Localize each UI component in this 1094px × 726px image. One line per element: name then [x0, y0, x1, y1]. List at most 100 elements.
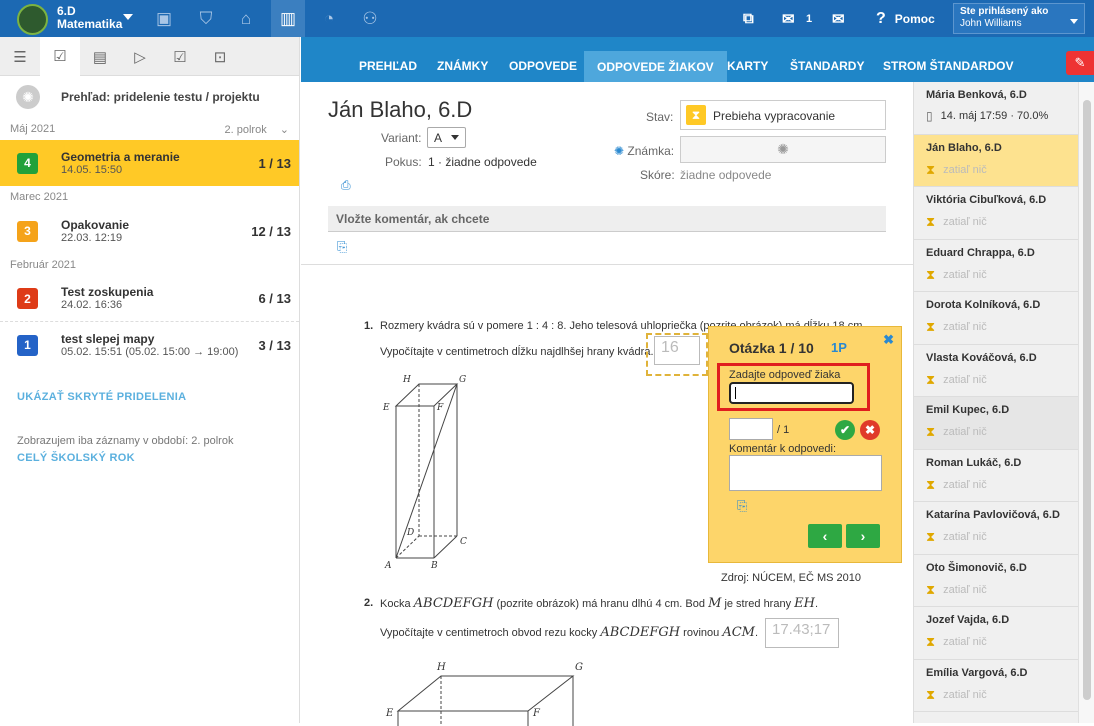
gear-icon: ✺ — [16, 85, 40, 109]
student-item[interactable]: Emil Kupec, 6.D ⧗ zatiaľ nič — [914, 397, 1078, 450]
student-item[interactable]: Vlasta Kováčová, 6.D ⧗ zatiaľ nič — [914, 345, 1078, 397]
assignment-item[interactable]: 1 test slepej mapy 05.02. 15:51 (05.02. 15… — [0, 322, 299, 368]
period-note: Zobrazujem iba záznamy v období: 2. polr… — [17, 435, 234, 447]
shield-icon[interactable]: ⛉ — [189, 0, 223, 37]
answer-box[interactable]: 16 — [654, 336, 700, 365]
question-number: 2. — [364, 597, 374, 609]
q2-math: M — [708, 596, 722, 611]
student-item-status: zatiaľ nič — [943, 478, 987, 491]
points-input[interactable] — [729, 418, 773, 440]
student-item[interactable]: Dorota Kolníková, 6.D ⧗ zatiaľ nič — [914, 292, 1078, 345]
attachment-icon[interactable]: ⎘ — [337, 239, 347, 255]
book-icon[interactable]: ⊡ — [200, 37, 240, 76]
student-item[interactable]: Viktória Cibuľková, 6.D ⧗ zatiaľ nič — [914, 187, 1078, 240]
student-answer-input[interactable] — [729, 382, 854, 404]
tab-overview[interactable]: PREHĽAD — [346, 50, 430, 84]
check-icon[interactable]: ✔ — [835, 420, 855, 440]
chart-icon[interactable]: ▥ — [271, 0, 305, 37]
svg-text:G: G — [575, 662, 583, 673]
assignment-count: 6 / 13 — [258, 291, 291, 306]
attachment-icon[interactable]: ⎘ — [737, 498, 747, 514]
next-button[interactable]: › — [846, 524, 880, 548]
edit-button[interactable]: ✎ — [1066, 51, 1094, 75]
walking-icon[interactable]: ⚇ — [353, 0, 387, 37]
score-value: žiadne odpovede — [680, 168, 772, 182]
assignment-name: Test zoskupenia — [61, 285, 154, 299]
hourglass-icon: ⧗ — [926, 214, 936, 229]
popup-title: Otázka 1 / 10 — [729, 340, 814, 356]
student-item-name: Dorota Kolníková, 6.D — [926, 299, 1041, 311]
tab-standards[interactable]: ŠTANDARDY — [777, 50, 877, 84]
class-selector[interactable]: 6.D Matematika — [57, 5, 122, 31]
backpack-icon[interactable]: ▤ — [80, 37, 120, 76]
answer-comment-input[interactable] — [729, 455, 882, 491]
student-item-name: Viktória Cibuľková, 6.D — [926, 194, 1047, 206]
scrollbar-thumb[interactable] — [1083, 100, 1091, 700]
student-item[interactable]: Ján Blaho, 6.D ⧗ zatiaľ nič — [914, 134, 1078, 187]
user-menu[interactable]: Ste prihlásený ako John Williams — [953, 3, 1085, 34]
student-item[interactable]: Emília Vargová, 6.D ⧗ zatiaľ nič — [914, 660, 1078, 712]
class-logo[interactable] — [17, 4, 48, 35]
screen-check-icon[interactable]: ☑ — [160, 37, 200, 76]
student-item[interactable]: Jozef Vajda, 6.D ⧗ zatiaľ nič — [914, 607, 1078, 660]
assignment-date: 22.03. 12:19 — [61, 231, 123, 244]
svg-text:G: G — [459, 375, 466, 385]
mail-icon[interactable]: ✉ — [832, 0, 845, 37]
prev-button[interactable]: ‹ — [808, 524, 842, 548]
student-item-name: Roman Lukáč, 6.D — [926, 456, 1022, 469]
class-dropdown-icon[interactable] — [123, 14, 133, 20]
student-item-status: zatiaľ nič — [943, 688, 987, 701]
student-item-name: Jozef Vajda, 6.D — [926, 614, 1010, 626]
tab-answers[interactable]: ODPOVEDE — [496, 50, 590, 84]
student-item[interactable]: Katarína Pavlovičová, 6.D ⧗ zatiaľ nič — [914, 502, 1078, 555]
grade-select[interactable]: ✺ — [680, 136, 886, 163]
cast-icon[interactable]: ⧉ — [743, 0, 754, 37]
comment-input[interactable]: Vložte komentár, ak chcete — [328, 206, 886, 232]
question-popup: Otázka 1 / 10 1P ✖ Zadajte odpoveď žiaka… — [708, 326, 902, 563]
show-hidden-link[interactable]: UKÁZAŤ SKRYTÉ PRIDELENIA — [17, 391, 186, 403]
student-item-name: Ján Blaho, 6.D — [926, 141, 1002, 154]
assignment-item[interactable]: 3 Opakovanie 22.03. 12:19 12 / 13 — [0, 208, 299, 254]
assignment-item[interactable]: 4 Geometria a meranie 14.05. 15:50 1 / 13 — [0, 140, 299, 186]
institution-icon[interactable]: ⌂ — [229, 0, 263, 37]
assignment-count: 1 / 13 — [258, 155, 291, 171]
left-panel: ☰ ☑ ▤ ▷ ☑ ⊡ ✺ Prehľad: pridelenie testu /… — [0, 37, 300, 723]
scrollbar[interactable] — [1078, 82, 1094, 723]
chevron-down-icon[interactable]: ⌄ — [280, 124, 289, 136]
student-item[interactable]: Oto Šimonovič, 6.D ⧗ zatiaľ nič — [914, 555, 1078, 607]
tab-grades[interactable]: ZNÁMKY — [424, 50, 501, 84]
tab-cards[interactable]: KARTY — [714, 50, 781, 84]
variant-select[interactable]: A — [427, 127, 466, 148]
student-item[interactable]: Mária Benková, 6.D ▯ 14. máj 17:59 · 70.0% — [914, 82, 1078, 135]
answer-box[interactable]: 17.43;17 — [765, 618, 839, 648]
hourglass-icon: ⧗ — [926, 686, 936, 702]
help-label: Pomoc — [894, 11, 935, 26]
svg-text:D: D — [406, 528, 414, 538]
video-icon[interactable]: ▷ — [120, 37, 160, 76]
tab-standards-tree[interactable]: STROM ŠTANDARDOV — [870, 50, 1026, 84]
chat-icon[interactable]: ✉ — [782, 0, 795, 37]
student-item[interactable]: Roman Lukáč, 6.D ⧗ zatiaľ nič — [914, 450, 1078, 502]
assignment-item[interactable]: 2 Test zoskupenia 24.02. 16:36 6 / 13 — [0, 276, 299, 322]
student-item[interactable]: Eduard Chrappa, 6.D ⧗ zatiaľ nič — [914, 240, 1078, 292]
briefcase-icon[interactable]: ▣ — [147, 0, 181, 37]
user-dropdown-icon — [1070, 19, 1078, 24]
close-icon[interactable]: ✖ — [883, 332, 894, 348]
compass-icon[interactable]: ◔ — [312, 0, 346, 37]
test-monitor-icon[interactable]: ☑ — [40, 37, 80, 76]
svg-text:H: H — [436, 662, 446, 673]
whole-year-link[interactable]: CELÝ ŠKOLSKÝ ROK — [17, 452, 135, 464]
student-item-status: zatiaľ nič — [943, 216, 987, 228]
term-label: 2. polrok — [224, 123, 267, 136]
help-button[interactable]: ? Pomoc — [876, 0, 935, 37]
student-item-status: zatiaľ nič — [943, 531, 987, 543]
cross-icon[interactable]: ✖ — [860, 420, 880, 440]
section-may: Máj 2021 2. polrok ⌄ — [0, 118, 299, 140]
tab-student-answers[interactable]: ODPOVEDE ŽIAKOV — [584, 51, 727, 82]
menu-icon[interactable]: ☰ — [0, 37, 40, 76]
q2-math: ABCDEFGH — [600, 625, 681, 640]
print-icon[interactable]: ⎙ — [341, 178, 351, 193]
status-box: ⧗ Prebieha vypracovanie — [680, 100, 886, 130]
hourglass-icon: ⧗ — [926, 371, 936, 387]
grade-gear-icon[interactable]: ✺ — [614, 144, 624, 158]
